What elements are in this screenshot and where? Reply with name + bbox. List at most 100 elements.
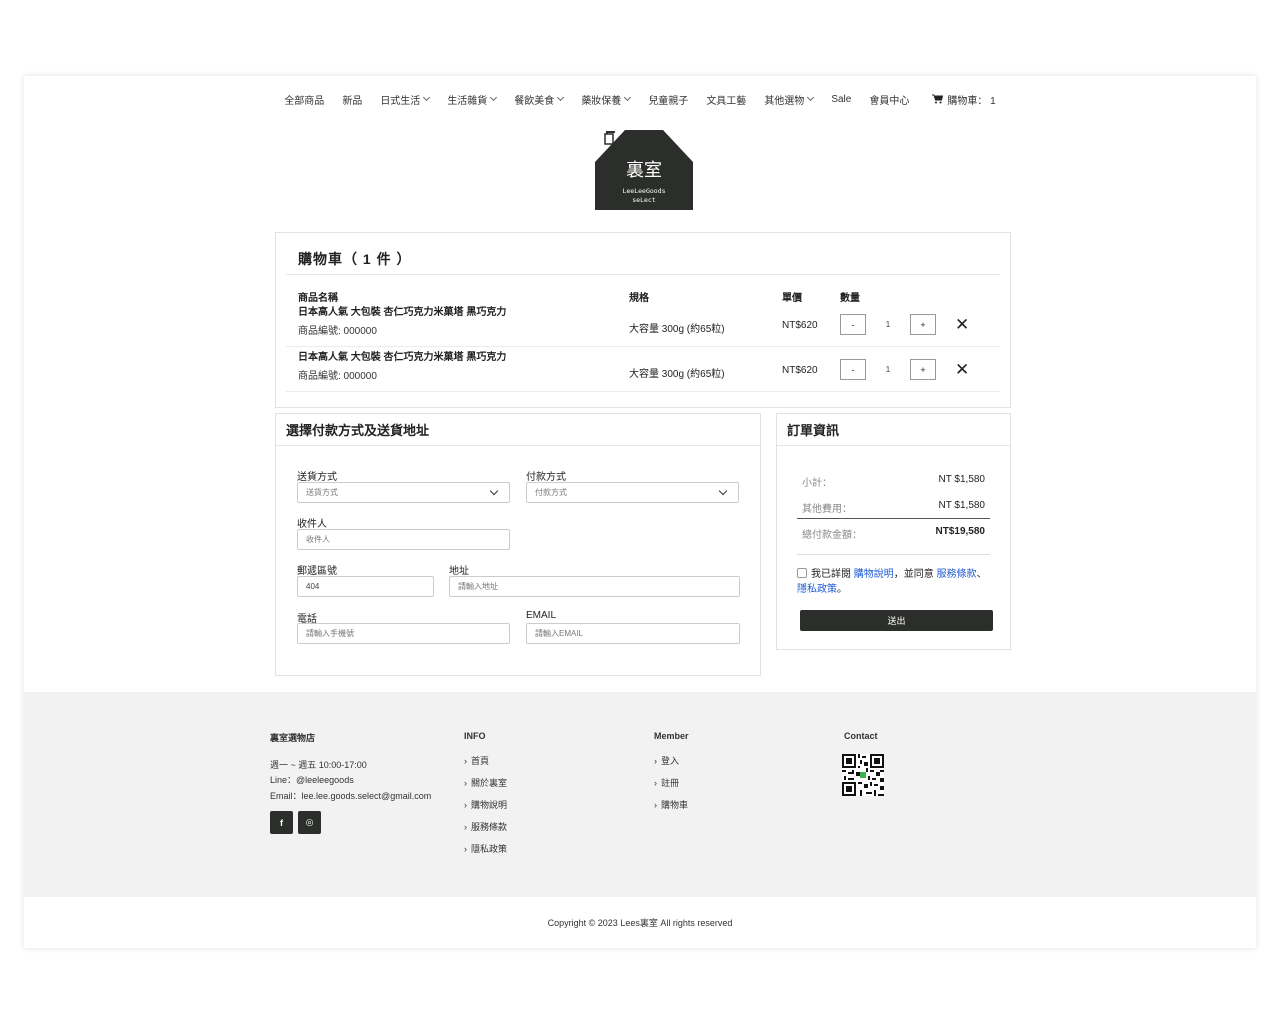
- footer-link-label: 服務條款: [471, 822, 508, 832]
- recipient-label: 收件人: [297, 519, 327, 530]
- agree-checkbox[interactable]: [797, 568, 807, 578]
- product-price: NT$620: [782, 320, 818, 331]
- footer-link-label: 首頁: [471, 756, 490, 766]
- address-input[interactable]: 請輸入地址: [449, 576, 740, 597]
- quantity-stepper: - 1 +: [840, 314, 936, 335]
- footer-link-privacy[interactable]: › 隱私政策: [464, 842, 507, 855]
- footer-link-cart[interactable]: › 購物車: [654, 798, 688, 811]
- cart-panel: 購物車（ 1 件 ） 商品名稱 規格 單價 數量 日本高人氣 大包裝 杏仁巧克力…: [275, 232, 1011, 408]
- footer-link-label: 購物說明: [471, 800, 508, 810]
- quantity-input[interactable]: 1: [866, 359, 910, 380]
- decrease-button[interactable]: -: [840, 314, 866, 335]
- phone-input[interactable]: 請輸入手機號: [297, 623, 510, 644]
- phone-placeholder: 請輸入手機號: [306, 629, 354, 638]
- nav-item-new[interactable]: 新品: [342, 92, 362, 107]
- footer-link-login[interactable]: › 登入: [654, 754, 679, 767]
- nav-item-cosmetics[interactable]: 藥妝保養: [581, 92, 632, 107]
- fee-row: 其他費用： NT $1,580: [802, 500, 985, 515]
- divider: [276, 445, 760, 446]
- product-spec: 大容量 300g (約65粒): [629, 324, 725, 335]
- chevron-down-icon: [490, 93, 498, 102]
- total-row: 總付款金額： NT$19,580: [802, 526, 985, 541]
- address-placeholder: 請輸入地址: [458, 582, 498, 591]
- logo-line1: LeeLeeGoods: [622, 187, 665, 195]
- chevron-right-icon: ›: [654, 778, 657, 788]
- nav-label: 其他選物: [764, 95, 805, 107]
- divider: [797, 554, 990, 555]
- shipping-panel: 選擇付款方式及送貨地址 送貨方式 送貨方式 付款方式 付款方式 收件人 收件人 …: [275, 413, 761, 676]
- subtotal-label: 小計：: [802, 478, 832, 489]
- footer-link-home[interactable]: › 首頁: [464, 754, 489, 767]
- fee-value: NT $1,580: [938, 500, 985, 511]
- copyright: Copyright © 2023 Lees裏室 All rights reser…: [547, 918, 733, 928]
- chevron-right-icon: ›: [654, 756, 657, 766]
- store-logo[interactable]: 裏室 LeeLeeGoods seLect: [593, 128, 695, 212]
- cart-icon: [932, 94, 944, 104]
- nav-item-all-products[interactable]: 全部商品: [284, 92, 324, 107]
- footer-link-about[interactable]: › 關於裏室: [464, 776, 507, 789]
- chevron-down-icon: [489, 486, 499, 496]
- quantity-stepper: - 1 +: [840, 359, 936, 380]
- nav-item-sale[interactable]: Sale: [831, 92, 851, 106]
- increase-button[interactable]: +: [910, 359, 936, 380]
- footer-store-title: 裏室選物店: [270, 733, 316, 743]
- divider: [286, 274, 1000, 275]
- cart-title: 購物車（ 1 件 ）: [298, 251, 412, 267]
- delivery-label: 送貨方式: [297, 472, 337, 483]
- instagram-icon[interactable]: ◎: [298, 811, 321, 834]
- store-email: Email：lee.lee.goods.select@gmail.com: [270, 791, 432, 801]
- nav-item-member-center[interactable]: 會員中心: [869, 92, 909, 107]
- qr-code-icon[interactable]: [842, 754, 884, 796]
- header-price: 單價: [782, 293, 802, 304]
- shopping-guide-link[interactable]: 購物說明: [854, 569, 894, 580]
- nav-item-kids[interactable]: 兒童親子: [648, 92, 689, 107]
- zip-input[interactable]: 404: [297, 576, 434, 597]
- chevron-right-icon: ›: [464, 800, 467, 810]
- remove-icon[interactable]: ✕: [955, 361, 969, 378]
- nav-item-cart[interactable]: 購物車： 1: [932, 92, 996, 107]
- payment-select[interactable]: 付款方式: [526, 482, 739, 503]
- footer-link-register[interactable]: › 註冊: [654, 776, 679, 789]
- terms-link[interactable]: 服務條款: [937, 569, 977, 580]
- email-input[interactable]: 請輸入EMAIL: [526, 623, 740, 644]
- nav-label: Sale: [831, 93, 852, 105]
- product-name[interactable]: 日本高人氣 大包裝 杏仁巧克力米菓塔 黑巧克力: [298, 303, 506, 318]
- submit-button[interactable]: 送出: [800, 610, 993, 631]
- footer-link-label: 登入: [661, 756, 680, 766]
- product-price: NT$620: [782, 365, 818, 376]
- cart-count-label: 購物車： 1: [947, 95, 996, 107]
- chevron-right-icon: ›: [654, 800, 657, 810]
- nav-label: 兒童親子: [648, 95, 689, 107]
- subtotal-row: 小計： NT $1,580: [802, 474, 985, 489]
- nav-item-others[interactable]: 其他選物: [764, 92, 815, 107]
- total-label: 總付款金額：: [802, 530, 862, 541]
- remove-icon[interactable]: ✕: [955, 316, 969, 333]
- zip-label: 郵遞區號: [297, 566, 337, 577]
- privacy-link[interactable]: 隱私政策: [797, 584, 837, 595]
- divider: [777, 445, 1010, 446]
- footer-link-guide[interactable]: › 購物說明: [464, 798, 507, 811]
- recipient-placeholder: 收件人: [306, 535, 330, 544]
- nav-label: 生活雜貨: [447, 95, 488, 107]
- decrease-button[interactable]: -: [840, 359, 866, 380]
- agree-text: 我已詳閱: [811, 569, 851, 580]
- facebook-icon[interactable]: f: [270, 811, 293, 834]
- top-nav: 全部商品 新品 日式生活 生活雜貨 餐飲美食 藥妝保養 兒童親子 文具工藝 其他…: [24, 92, 1256, 107]
- recipient-input[interactable]: 收件人: [297, 529, 510, 550]
- nav-item-japanese-life[interactable]: 日式生活: [380, 92, 431, 107]
- agree-text: 、: [976, 569, 987, 580]
- footer-link-label: 關於裏室: [471, 778, 508, 788]
- quantity-input[interactable]: 1: [866, 314, 910, 335]
- page-container: 全部商品 新品 日式生活 生活雜貨 餐飲美食 藥妝保養 兒童親子 文具工藝 其他…: [24, 76, 1256, 948]
- nav-item-stationery[interactable]: 文具工藝: [706, 92, 747, 107]
- total-value: NT$19,580: [935, 526, 985, 537]
- nav-label: 文具工藝: [706, 95, 747, 107]
- delivery-select[interactable]: 送貨方式: [297, 482, 510, 503]
- nav-item-food[interactable]: 餐飲美食: [514, 92, 565, 107]
- footer-link-terms[interactable]: › 服務條款: [464, 820, 507, 833]
- increase-button[interactable]: +: [910, 314, 936, 335]
- product-name[interactable]: 日本高人氣 大包裝 杏仁巧克力米菓塔 黑巧克力: [298, 348, 506, 363]
- footer: 裏室選物店 週一 ~ 週五 10:00-17:00 Line：@leeleego…: [24, 692, 1256, 897]
- nav-item-daily-goods[interactable]: 生活雜貨: [447, 92, 498, 107]
- header-qty: 數量: [840, 293, 860, 304]
